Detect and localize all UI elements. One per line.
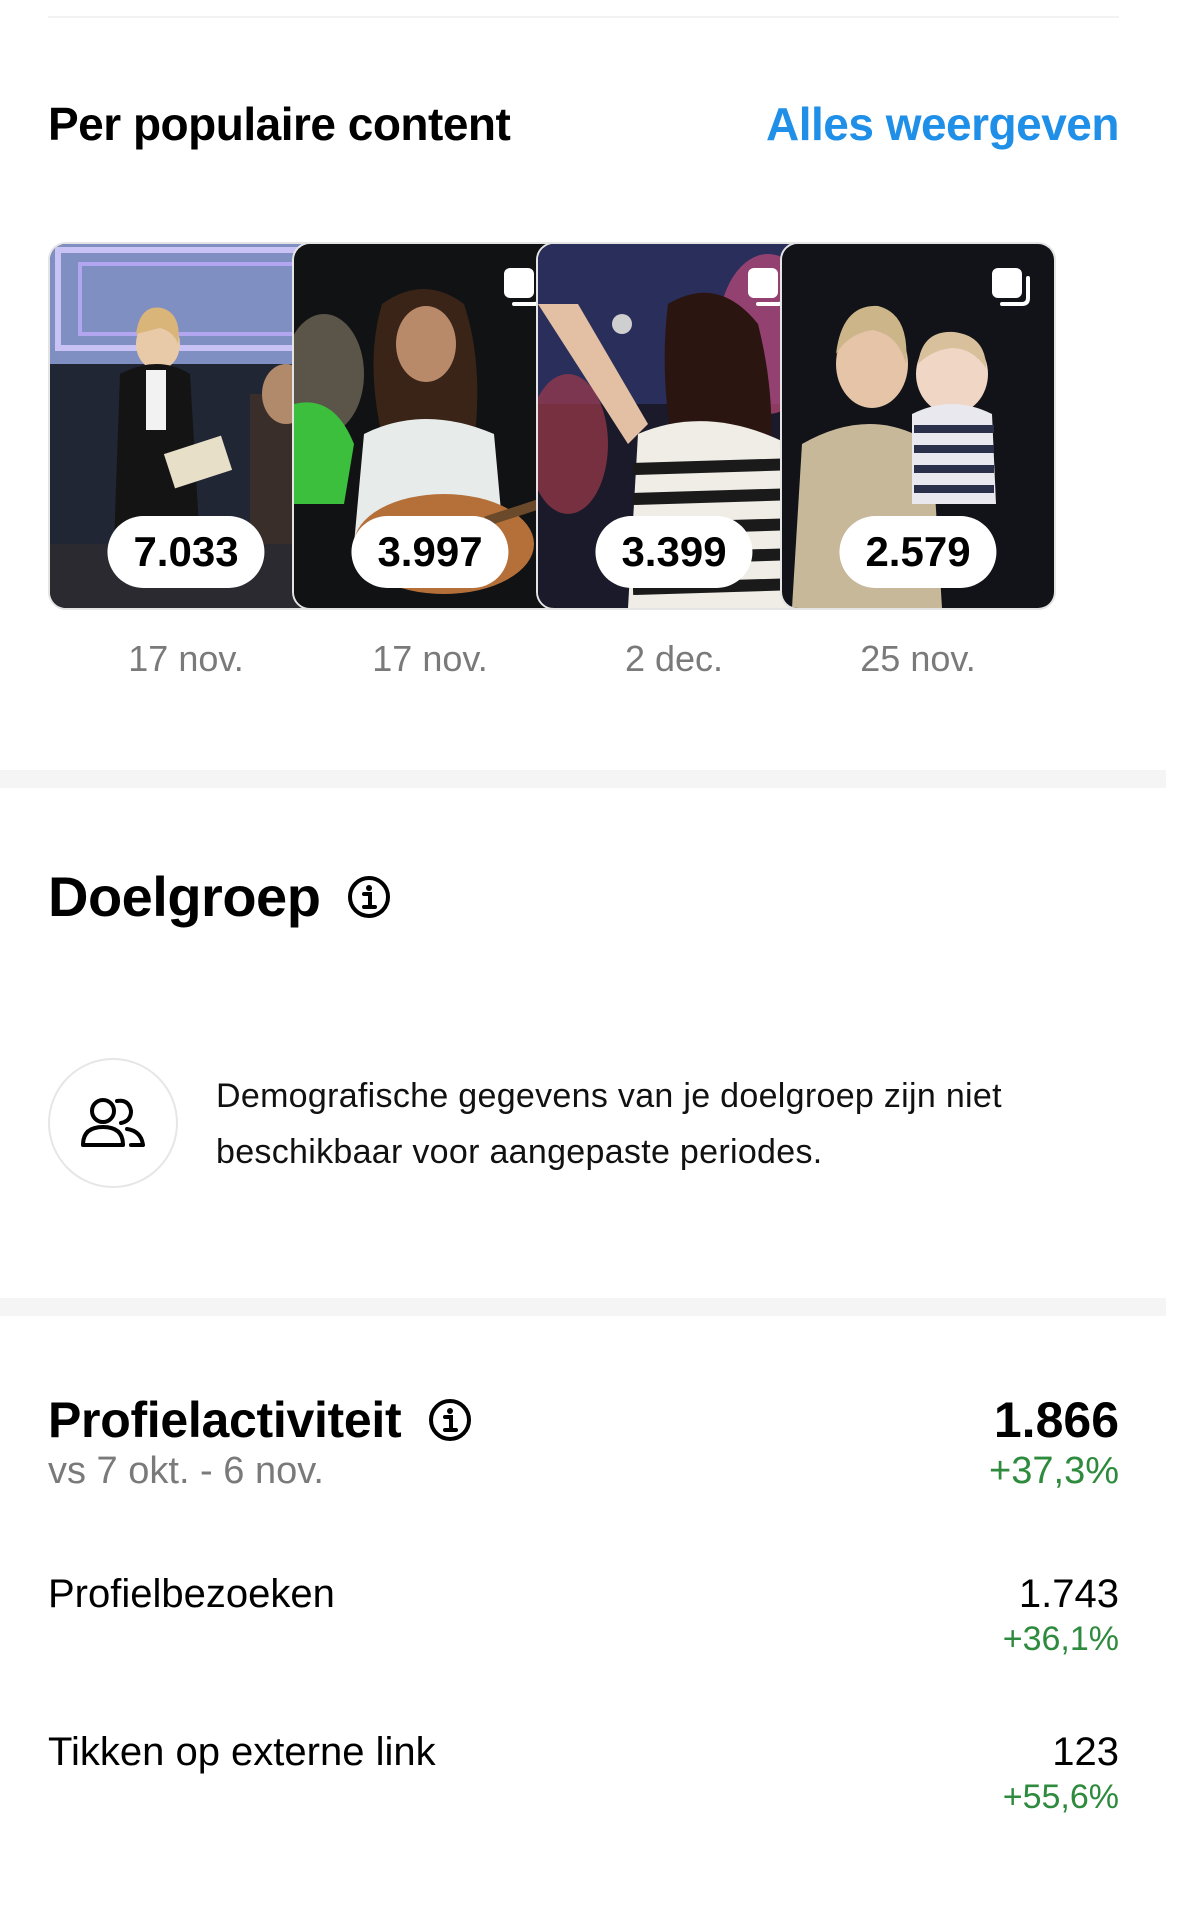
post-date: 25 nov.	[860, 638, 976, 679]
metric-value: 123	[1052, 1730, 1119, 1774]
metric-value: 1.743	[1018, 1572, 1119, 1616]
post-thumbnail[interactable]: 3.399	[536, 242, 812, 610]
audience-header: Doelgroep	[48, 864, 392, 929]
profile-activity-change: +37,3%	[989, 1450, 1119, 1492]
post-view-count: 7.033	[107, 516, 265, 588]
metric-label: Profielbezoeken	[48, 1572, 335, 1616]
audience-icon-circle	[48, 1058, 178, 1188]
popular-content-carousel[interactable]: 7.033 17 nov. 3.997 17 nov. 3.399 2 dec.…	[48, 242, 1179, 682]
audience-notice: Demografische gegevens van je doelgroep …	[48, 1058, 1096, 1188]
post-view-count: 3.399	[595, 516, 753, 588]
metric-change: +36,1%	[1002, 1620, 1119, 1658]
post-thumbnail[interactable]: 2.579	[780, 242, 1056, 610]
post-date: 17 nov.	[372, 638, 488, 679]
top-divider	[48, 16, 1119, 18]
metric-row-profile-visits[interactable]: Profielbezoeken 1.743 +36,1%	[48, 1570, 1119, 1659]
post-card[interactable]: 3.399 2 dec.	[536, 242, 812, 680]
audience-title: Doelgroep	[48, 865, 321, 928]
popular-content-header: Per populaire content Alles weergeven	[48, 92, 1120, 156]
audience-notice-text: Demografische gegevens van je doelgroep …	[216, 1077, 1002, 1171]
post-thumbnail[interactable]: 3.997	[292, 242, 568, 610]
section-divider	[0, 1298, 1166, 1316]
post-view-count: 3.997	[351, 516, 509, 588]
post-view-count: 2.579	[839, 516, 997, 588]
profile-activity-header[interactable]: Profielactiviteit vs 7 okt. - 6 nov. 1.8…	[48, 1392, 1119, 1493]
profile-activity-total: 1.866	[993, 1392, 1119, 1448]
post-card[interactable]: 3.997 17 nov.	[292, 242, 568, 680]
post-card[interactable]: 2.579 25 nov.	[780, 242, 1056, 680]
metric-label: Tikken op externe link	[48, 1730, 436, 1774]
info-icon[interactable]	[427, 1397, 473, 1443]
people-icon	[81, 1098, 145, 1147]
post-card[interactable]: 7.033 17 nov.	[48, 242, 324, 680]
metric-row-external-link-taps[interactable]: Tikken op externe link 123 +55,6%	[48, 1728, 1119, 1817]
comparison-period: vs 7 okt. - 6 nov.	[48, 1450, 324, 1492]
see-all-link[interactable]: Alles weergeven	[766, 97, 1120, 151]
popular-content-title: Per populaire content	[48, 98, 511, 150]
profile-activity-title: Profielactiviteit	[48, 1392, 402, 1448]
post-date: 17 nov.	[128, 638, 244, 679]
section-divider	[0, 770, 1166, 788]
info-icon[interactable]	[346, 874, 392, 920]
post-date: 2 dec.	[624, 638, 724, 679]
post-thumbnail[interactable]: 7.033	[48, 242, 324, 610]
metric-change: +55,6%	[1002, 1778, 1119, 1816]
multiple-photos-icon	[992, 268, 1030, 306]
